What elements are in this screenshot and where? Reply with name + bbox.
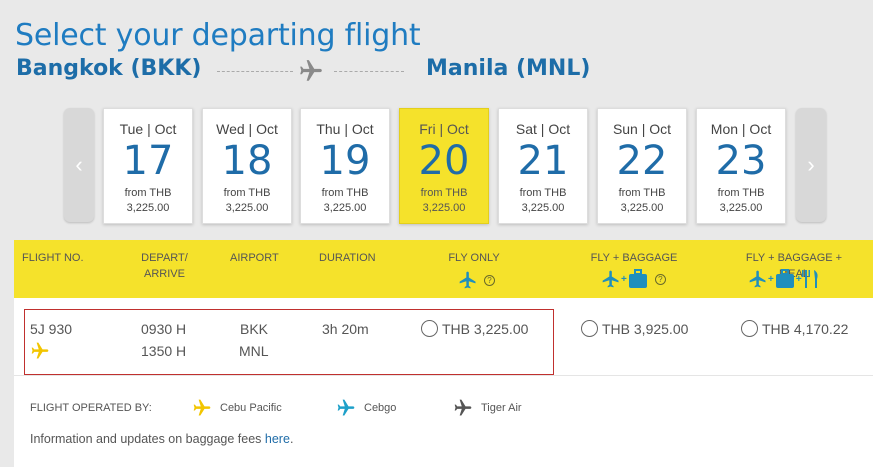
- row-divider: [14, 375, 873, 376]
- date-card-day: 22: [616, 138, 668, 184]
- legend-cebgo: Cebgo: [336, 398, 396, 418]
- date-card-dow: Tue | Oct: [119, 121, 177, 137]
- date-card-price: 3,225.00: [620, 202, 664, 214]
- date-card-fri-20-selected[interactable]: Fri | Oct 20 from THB 3,225.00: [399, 108, 489, 224]
- date-card-from: from THB: [618, 187, 666, 199]
- airplane-icon: [300, 60, 322, 81]
- depart-time: 0930 H: [141, 321, 187, 337]
- flight-table-header: FLIGHT NO. DEPART/ ARRIVE AIRPORT DURATI…: [14, 240, 873, 298]
- flight-table-body: 5J 930 0930 H 1350 H BKK MNL 3h 20m THB …: [14, 298, 873, 467]
- date-card-day: 21: [517, 138, 569, 184]
- date-card-dow: Sat | Oct: [515, 121, 571, 137]
- legend-cebu-pacific: Cebu Pacific: [192, 398, 282, 418]
- next-dates-button[interactable]: ›: [796, 108, 826, 222]
- date-card-from: from THB: [420, 187, 468, 199]
- duration: 3h 20m: [322, 321, 369, 337]
- date-card-day: 19: [319, 138, 371, 184]
- baggage-info-text: Information and updates on baggage fees: [30, 432, 265, 446]
- header-depart-arrive: DEPART/ ARRIVE: [132, 250, 197, 282]
- route-dash-left: [217, 71, 293, 72]
- date-card-sun-22[interactable]: Sun | Oct 22 from THB 3,225.00: [597, 108, 687, 224]
- luggage-icon: [775, 269, 794, 288]
- date-card-dow: Thu | Oct: [316, 121, 374, 137]
- flight-row-highlight: [24, 309, 554, 375]
- date-card-price: 3,225.00: [323, 202, 367, 214]
- date-card-from: from THB: [124, 187, 172, 199]
- header-depart: DEPART/: [141, 252, 188, 264]
- flight-number: 5J 930: [30, 321, 73, 337]
- help-icon[interactable]: ?: [654, 273, 666, 285]
- date-card-mon-23[interactable]: Mon | Oct 23 from THB 3,225.00: [696, 108, 786, 224]
- date-card-dow: Mon | Oct: [710, 121, 772, 137]
- fare-fly-only-price: THB 3,225.00: [442, 320, 529, 337]
- fare-fly-baggage-meal-price: THB 4,170.22: [762, 320, 849, 337]
- fare-fly-only[interactable]: THB 3,225.00: [421, 320, 528, 337]
- baggage-fees-link[interactable]: here: [265, 432, 290, 446]
- fare-fly-baggage-meal[interactable]: THB 4,170.22: [741, 320, 848, 337]
- date-card-wed-18[interactable]: Wed | Oct 18 from THB 3,225.00: [202, 108, 292, 224]
- date-card-day: 17: [122, 138, 174, 184]
- date-card-thu-19[interactable]: Thu | Oct 19 from THB 3,225.00: [300, 108, 390, 224]
- date-card-from: from THB: [717, 187, 765, 199]
- date-card-price: 3,225.00: [225, 202, 269, 214]
- cebu-pacific-airplane-icon: [193, 399, 211, 416]
- header-fly-only: FLY ONLY: [448, 252, 500, 264]
- date-card-dow: Sun | Oct: [612, 121, 672, 137]
- date-card-day: 18: [221, 138, 273, 184]
- date-card-price: 3,225.00: [719, 202, 763, 214]
- date-card-tue-17[interactable]: Tue | Oct 17 from THB 3,225.00: [103, 108, 193, 224]
- fare-fly-only-radio[interactable]: [421, 320, 438, 337]
- date-card-dow: Wed | Oct: [216, 121, 278, 137]
- fare-fly-baggage-meal-radio[interactable]: [741, 320, 758, 337]
- fly-only-icons: ?: [458, 270, 495, 290]
- route-header: Bangkok (BKK) Manila (MNL): [16, 56, 616, 86]
- baggage-info: Information and updates on baggage fees …: [30, 432, 293, 446]
- cebu-pacific-airplane-icon: [31, 342, 49, 359]
- prev-dates-button[interactable]: ‹: [64, 108, 94, 222]
- legend-label: FLIGHT OPERATED BY:: [30, 402, 152, 414]
- date-card-from: from THB: [519, 187, 567, 199]
- baggage-info-suffix: .: [289, 432, 294, 446]
- luggage-icon: [628, 269, 647, 288]
- header-flight-no: FLIGHT NO.: [22, 252, 84, 264]
- date-card-price: 3,225.00: [422, 202, 466, 214]
- fare-fly-baggage[interactable]: THB 3,925.00: [581, 320, 688, 337]
- arrive-time: 1350 H: [141, 343, 187, 359]
- airport-to: MNL: [239, 343, 269, 359]
- header-arrive: ARRIVE: [144, 268, 185, 280]
- date-card-day: 20: [418, 138, 470, 184]
- legend-cebu-pacific-label: Cebu Pacific: [220, 402, 282, 414]
- date-card-from: from THB: [223, 187, 271, 199]
- date-card-from: from THB: [321, 187, 369, 199]
- legend-tiger-air: Tiger Air: [453, 398, 522, 418]
- date-card-price: 3,225.00: [521, 202, 565, 214]
- cebgo-airplane-icon: [337, 399, 355, 416]
- fare-fly-baggage-radio[interactable]: [581, 320, 598, 337]
- fly-baggage-meal-icons: + +: [748, 269, 820, 289]
- legend-cebgo-label: Cebgo: [364, 402, 397, 414]
- origin-city: Bangkok (BKK): [16, 56, 202, 81]
- airplane-icon: [749, 270, 766, 288]
- header-fly-baggage: FLY + BAGGAGE: [590, 252, 678, 264]
- fare-fly-baggage-price: THB 3,925.00: [602, 320, 689, 337]
- tiger-air-airplane-icon: [454, 399, 472, 416]
- help-icon[interactable]: ?: [484, 274, 495, 286]
- header-airport: AIRPORT: [230, 252, 279, 264]
- destination-city: Manila (MNL): [426, 56, 591, 81]
- page-title: Select your departing flight: [15, 18, 421, 53]
- fly-baggage-icons: + ?: [601, 269, 666, 289]
- fork-knife-icon: [801, 270, 818, 288]
- header-duration: DURATION: [319, 252, 376, 264]
- date-card-sat-21[interactable]: Sat | Oct 21 from THB 3,225.00: [498, 108, 588, 224]
- date-card-dow: Fri | Oct: [419, 121, 469, 137]
- airplane-icon: [459, 271, 476, 289]
- date-card-price: 3,225.00: [126, 202, 170, 214]
- date-card-day: 23: [715, 138, 767, 184]
- legend-tiger-air-label: Tiger Air: [481, 402, 522, 414]
- airport-from: BKK: [240, 321, 269, 337]
- airplane-icon: [602, 270, 619, 288]
- route-dash-right: [334, 71, 404, 72]
